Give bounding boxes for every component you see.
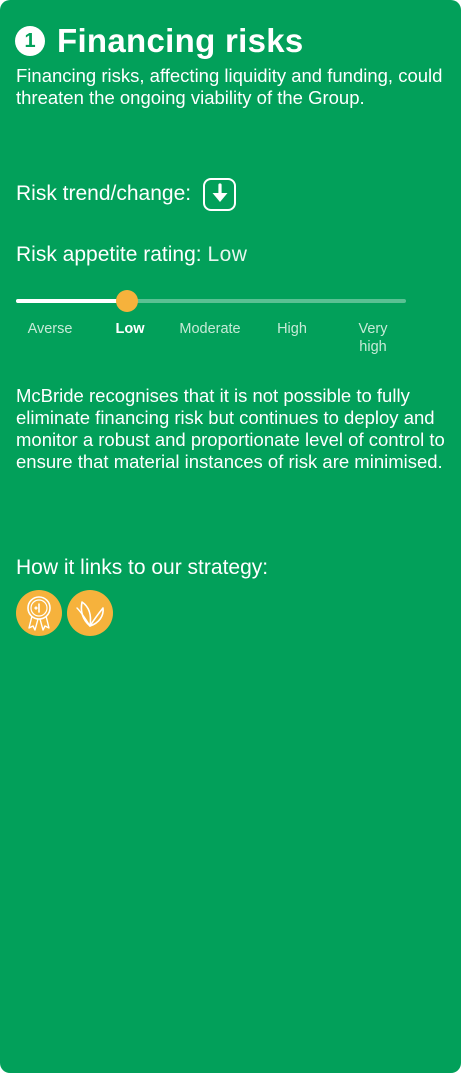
financing-risks-card: 1 Financing risks Financing risks, affec… (0, 0, 461, 1073)
risk-number-badge: 1 (15, 26, 45, 56)
slider-fill (16, 299, 127, 303)
strategy-links-label: How it links to our strategy: (16, 556, 269, 579)
scale-label-high: High (277, 321, 307, 337)
slider-knob (116, 290, 138, 312)
strategy-icons (16, 590, 113, 636)
scale-label-moderate: Moderate (179, 321, 241, 337)
risk-appetite-row: Risk appetite rating: Low (16, 243, 247, 267)
risk-appetite-slider (16, 290, 406, 312)
card-title: Financing risks (57, 22, 304, 59)
risk-appetite-label: Risk appetite rating: (16, 243, 202, 266)
risk-appetite-value: Low (207, 243, 248, 266)
award-rosette-icon (16, 590, 62, 636)
leaf-icon (67, 590, 113, 636)
arrow-down-icon (203, 177, 237, 211)
risk-trend-row: Risk trend/change: (16, 170, 237, 218)
title-row: 1 Financing risks (15, 16, 304, 66)
body-text: McBride recognises that it is not possib… (16, 385, 445, 472)
risk-appetite-scale: Averse Low Moderate High Very high (0, 320, 461, 360)
intro-text: Financing risks, affecting liquidity and… (16, 65, 443, 108)
scale-label-averse: Averse (27, 321, 73, 337)
scale-label-very-high: Very high (358, 321, 388, 355)
scale-label-low: Low (115, 321, 145, 337)
risk-trend-label: Risk trend/change: (16, 182, 192, 205)
